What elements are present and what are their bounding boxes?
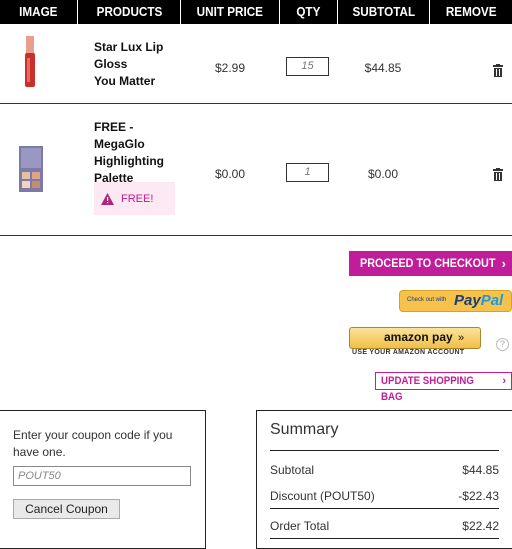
discount-label: Discount (POUT50)	[270, 489, 375, 503]
discount-value: -$22.43	[458, 489, 499, 503]
cart-row: FREE - MegaGlo Highlighting Palette FREE…	[0, 104, 512, 236]
amazon-pay-button[interactable]: amazon pay »	[349, 327, 481, 349]
header-qty: QTY	[280, 0, 338, 24]
checkout-label: PROCEED TO CHECKOUT	[360, 256, 496, 270]
divider	[270, 538, 499, 539]
double-chevron-icon: »	[458, 332, 465, 344]
cart-row: Star Lux Lip Gloss You Matter $2.99 15 $…	[0, 24, 512, 104]
lip-gloss-image[interactable]	[22, 36, 38, 88]
update-shopping-bag-button[interactable]: UPDATE SHOPPING BAG ›	[375, 372, 512, 403]
product-name-line: FREE - MegaGlo	[94, 120, 145, 151]
product-name[interactable]: Star Lux Lip Gloss You Matter	[94, 39, 179, 90]
header-subtotal: SUBTOTAL	[338, 0, 430, 24]
coupon-panel: Enter your coupon code if you have one. …	[0, 410, 206, 549]
paypal-logo-pay: Pay	[454, 292, 481, 309]
header-remove: REMOVE	[445, 4, 497, 19]
header-image: IMAGE	[0, 0, 78, 24]
trash-icon[interactable]	[492, 64, 504, 77]
free-label: FREE!	[121, 192, 154, 205]
chevron-right-icon: ›	[501, 256, 506, 271]
divider	[270, 450, 499, 451]
help-icon[interactable]: ?	[496, 338, 509, 351]
product-name-line: You Matter	[94, 74, 156, 88]
summary-title: Summary	[270, 421, 339, 438]
quantity-input[interactable]: 15	[286, 57, 329, 76]
item-subtotal: $0.00	[367, 167, 399, 181]
cart-table-header: IMAGE PRODUCTS UNIT PRICE QTY SUBTOTAL R…	[0, 0, 512, 24]
order-total-value: $22.42	[462, 519, 499, 533]
subtotal-value: $44.85	[462, 463, 499, 477]
update-label: UPDATE SHOPPING BAG	[381, 375, 474, 403]
trash-icon[interactable]	[492, 168, 504, 181]
palette-image[interactable]	[19, 146, 43, 192]
paypal-logo: PayPal	[454, 292, 503, 309]
product-name[interactable]: FREE - MegaGlo Highlighting Palette	[94, 119, 179, 187]
quantity-input[interactable]: 1	[286, 163, 329, 182]
order-summary: Summary Subtotal $44.85 Discount (POUT50…	[256, 410, 512, 549]
order-total-label: Order Total	[270, 519, 330, 533]
coupon-prompt: Enter your coupon code if you have one.	[13, 428, 173, 459]
coupon-code-input[interactable]: POUT50	[13, 466, 191, 486]
header-products: PRODUCTS	[78, 0, 181, 24]
proceed-to-checkout-button[interactable]: PROCEED TO CHECKOUT ›	[349, 251, 512, 276]
product-name-line: Star Lux Lip	[94, 40, 164, 54]
item-subtotal: $44.85	[364, 61, 402, 75]
paypal-logo-pal: Pal	[480, 292, 504, 309]
amazon-account-text: USE YOUR AMAZON ACCOUNT	[352, 349, 465, 356]
divider	[270, 508, 499, 509]
product-name-line: Highlighting	[94, 154, 164, 168]
paypal-checkout-button[interactable]: Check out with PayPal	[399, 290, 512, 312]
warning-icon	[101, 192, 114, 205]
subtotal-label: Subtotal	[270, 463, 315, 477]
chevron-right-icon: ›	[502, 375, 506, 387]
amazon-pay-logo: amazon pay	[384, 330, 453, 344]
cancel-coupon-button[interactable]: Cancel Coupon	[13, 499, 120, 519]
product-name-line: Gloss	[94, 57, 128, 71]
unit-price: $2.99	[214, 61, 246, 75]
paypal-small-text: Check out with	[407, 297, 447, 303]
free-badge: FREE!	[94, 182, 175, 215]
header-unit-price: UNIT PRICE	[181, 0, 280, 24]
unit-price: $0.00	[214, 167, 246, 181]
